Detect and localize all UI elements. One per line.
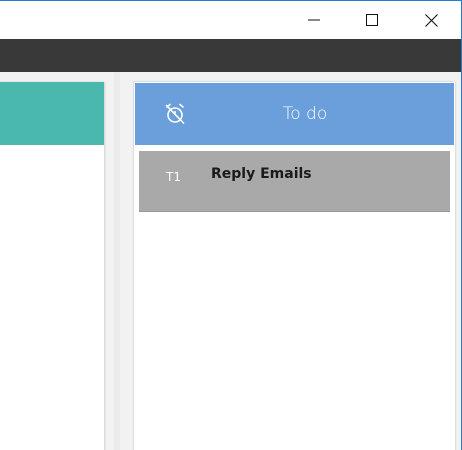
app-window: To do T1 Reply Emails: [0, 0, 462, 450]
column-title: To do: [282, 104, 328, 124]
minimize-icon: [308, 19, 320, 21]
close-button[interactable]: [408, 1, 454, 39]
maximize-icon: [366, 14, 378, 26]
column-left-header: [0, 82, 104, 145]
column-splitter[interactable]: [114, 72, 120, 450]
minimize-button[interactable]: [291, 1, 337, 39]
title-bar[interactable]: [0, 1, 461, 39]
alarm-off-icon[interactable]: [163, 102, 187, 126]
app-toolbar: [0, 39, 461, 72]
close-icon: [424, 13, 438, 27]
column-todo: To do T1 Reply Emails: [134, 82, 455, 450]
column-todo-header: To do: [135, 83, 454, 145]
maximize-button[interactable]: [349, 1, 395, 39]
task-id: T1: [166, 170, 181, 184]
board-area: To do T1 Reply Emails: [0, 72, 461, 450]
column-left: [0, 82, 104, 450]
task-card[interactable]: T1 Reply Emails: [139, 151, 450, 212]
task-title: Reply Emails: [211, 166, 312, 182]
